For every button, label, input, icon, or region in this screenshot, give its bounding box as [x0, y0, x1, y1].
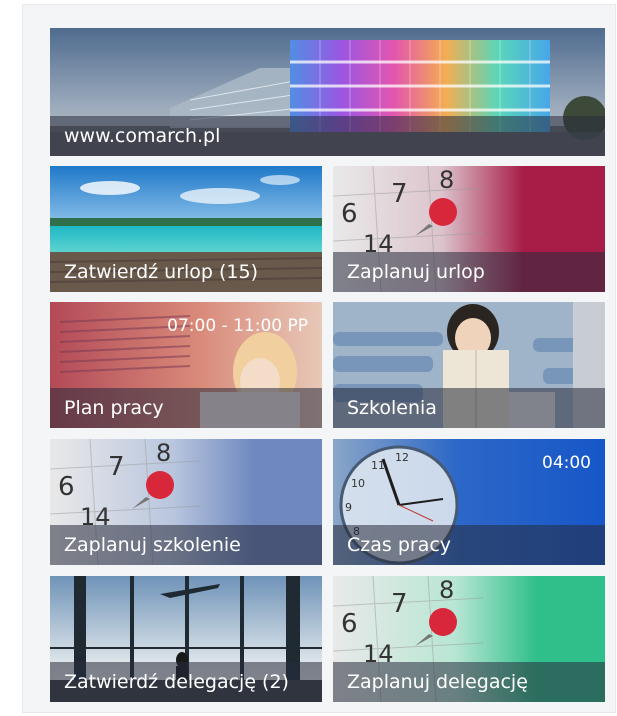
- tile-plan-delegation[interactable]: 6 7 8 14 Zaplanuj delegację: [333, 576, 605, 702]
- tile-label: Zaplanuj delegację: [347, 671, 528, 693]
- tile-label: Zatwierdź urlop (15): [64, 261, 259, 283]
- tile-label: Czas pracy: [347, 534, 452, 556]
- svg-text:6: 6: [341, 199, 358, 229]
- tile-label: Zatwierdź delegację (2): [64, 671, 289, 693]
- svg-text:7: 7: [108, 452, 125, 482]
- tile-approve-leave[interactable]: Zatwierdź urlop (15): [50, 166, 322, 292]
- tile-plan-training[interactable]: 6 7 8 14 Zaplanuj szkolenie: [50, 439, 322, 565]
- tile-label: Zaplanuj szkolenie: [64, 534, 241, 556]
- tile-comarch-website[interactable]: www.comarch.pl: [50, 28, 605, 156]
- svg-text:7: 7: [391, 589, 408, 619]
- svg-text:10: 10: [351, 477, 365, 490]
- svg-text:12: 12: [395, 451, 409, 464]
- tile-plan-leave[interactable]: 6 7 8 14 Zaplanuj urlop: [333, 166, 605, 292]
- svg-text:6: 6: [341, 609, 358, 639]
- svg-text:9: 9: [345, 501, 352, 514]
- tile-label: Szkolenia: [347, 397, 437, 419]
- svg-text:7: 7: [391, 179, 408, 209]
- work-time-value: 04:00: [542, 453, 591, 473]
- tile-label: Zaplanuj urlop: [347, 261, 485, 283]
- tile-work-time[interactable]: 12 11 10 9 8 04:00 Czas pracy: [333, 439, 605, 565]
- tile-label: www.comarch.pl: [64, 125, 221, 147]
- tile-work-plan[interactable]: 07:00 - 11:00 PP Plan pracy: [50, 302, 322, 428]
- svg-text:6: 6: [58, 472, 75, 502]
- tile-approve-delegation[interactable]: Zatwierdź delegację (2): [50, 576, 322, 702]
- svg-text:8: 8: [439, 166, 454, 194]
- tile-label: Plan pracy: [64, 397, 164, 419]
- svg-text:8: 8: [156, 439, 171, 467]
- svg-text:8: 8: [439, 576, 454, 604]
- tile-trainings[interactable]: Szkolenia: [333, 302, 605, 428]
- work-plan-hours: 07:00 - 11:00 PP: [167, 316, 308, 336]
